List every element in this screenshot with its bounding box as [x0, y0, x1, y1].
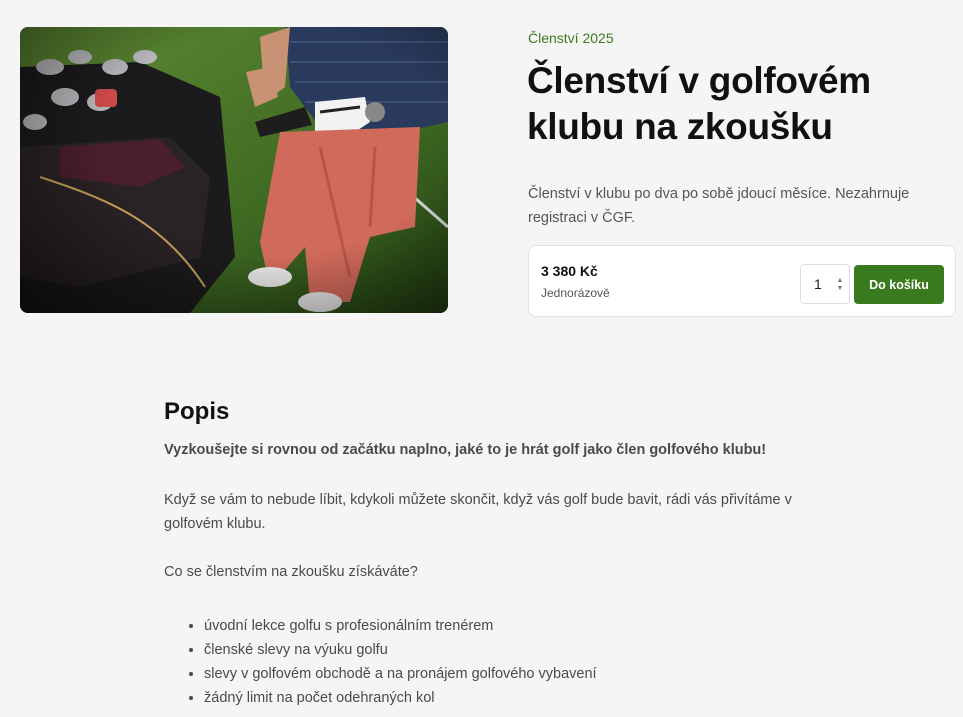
- paragraph: Když se vám to nebude líbit, kdykoli můž…: [164, 492, 792, 532]
- chevron-up-icon[interactable]: ▲: [835, 277, 845, 285]
- benefits-list: úvodní lekce golfu s profesionálním tren…: [164, 614, 824, 710]
- quantity-value[interactable]: 1: [814, 276, 822, 292]
- list-item: členské slevy na výuku golfu: [204, 638, 824, 662]
- add-to-cart-button[interactable]: Do košíku: [854, 265, 944, 304]
- list-item: žádný limit na počet odehraných kol: [204, 686, 824, 710]
- quantity-stepper[interactable]: 1 ▲ ▼: [800, 264, 850, 304]
- lead-text: Vyzkoušejte si rovnou od začátku naplno,…: [164, 442, 767, 458]
- product-page: Členství 2025 Členství v golfovém klubu …: [0, 0, 963, 717]
- product-description: Členství v klubu po dva po sobě jdoucí m…: [528, 186, 910, 226]
- product-image: [20, 27, 448, 313]
- purchase-box: 3 380 Kč Jednorázově 1 ▲ ▼ Do košíku: [528, 245, 956, 317]
- list-item: úvodní lekce golfu s profesionálním tren…: [204, 614, 824, 638]
- list-item: slevy v golfovém obchodě a na pronájem g…: [204, 662, 824, 686]
- chevron-down-icon[interactable]: ▼: [835, 285, 845, 293]
- section-heading: Popis: [164, 398, 230, 425]
- paragraph: Co se členstvím na zkoušku získáváte?: [164, 564, 418, 580]
- price: 3 380 Kč: [541, 263, 598, 279]
- price-note: Jednorázově: [541, 286, 610, 300]
- spinner-arrows-icon[interactable]: ▲ ▼: [835, 277, 845, 293]
- product-category: Členství 2025: [528, 30, 614, 46]
- page-title: Členství v golfovém klubu na zkoušku: [527, 60, 871, 147]
- description-section: Popis Vyzkoušejte si rovnou od začátku n…: [164, 396, 824, 710]
